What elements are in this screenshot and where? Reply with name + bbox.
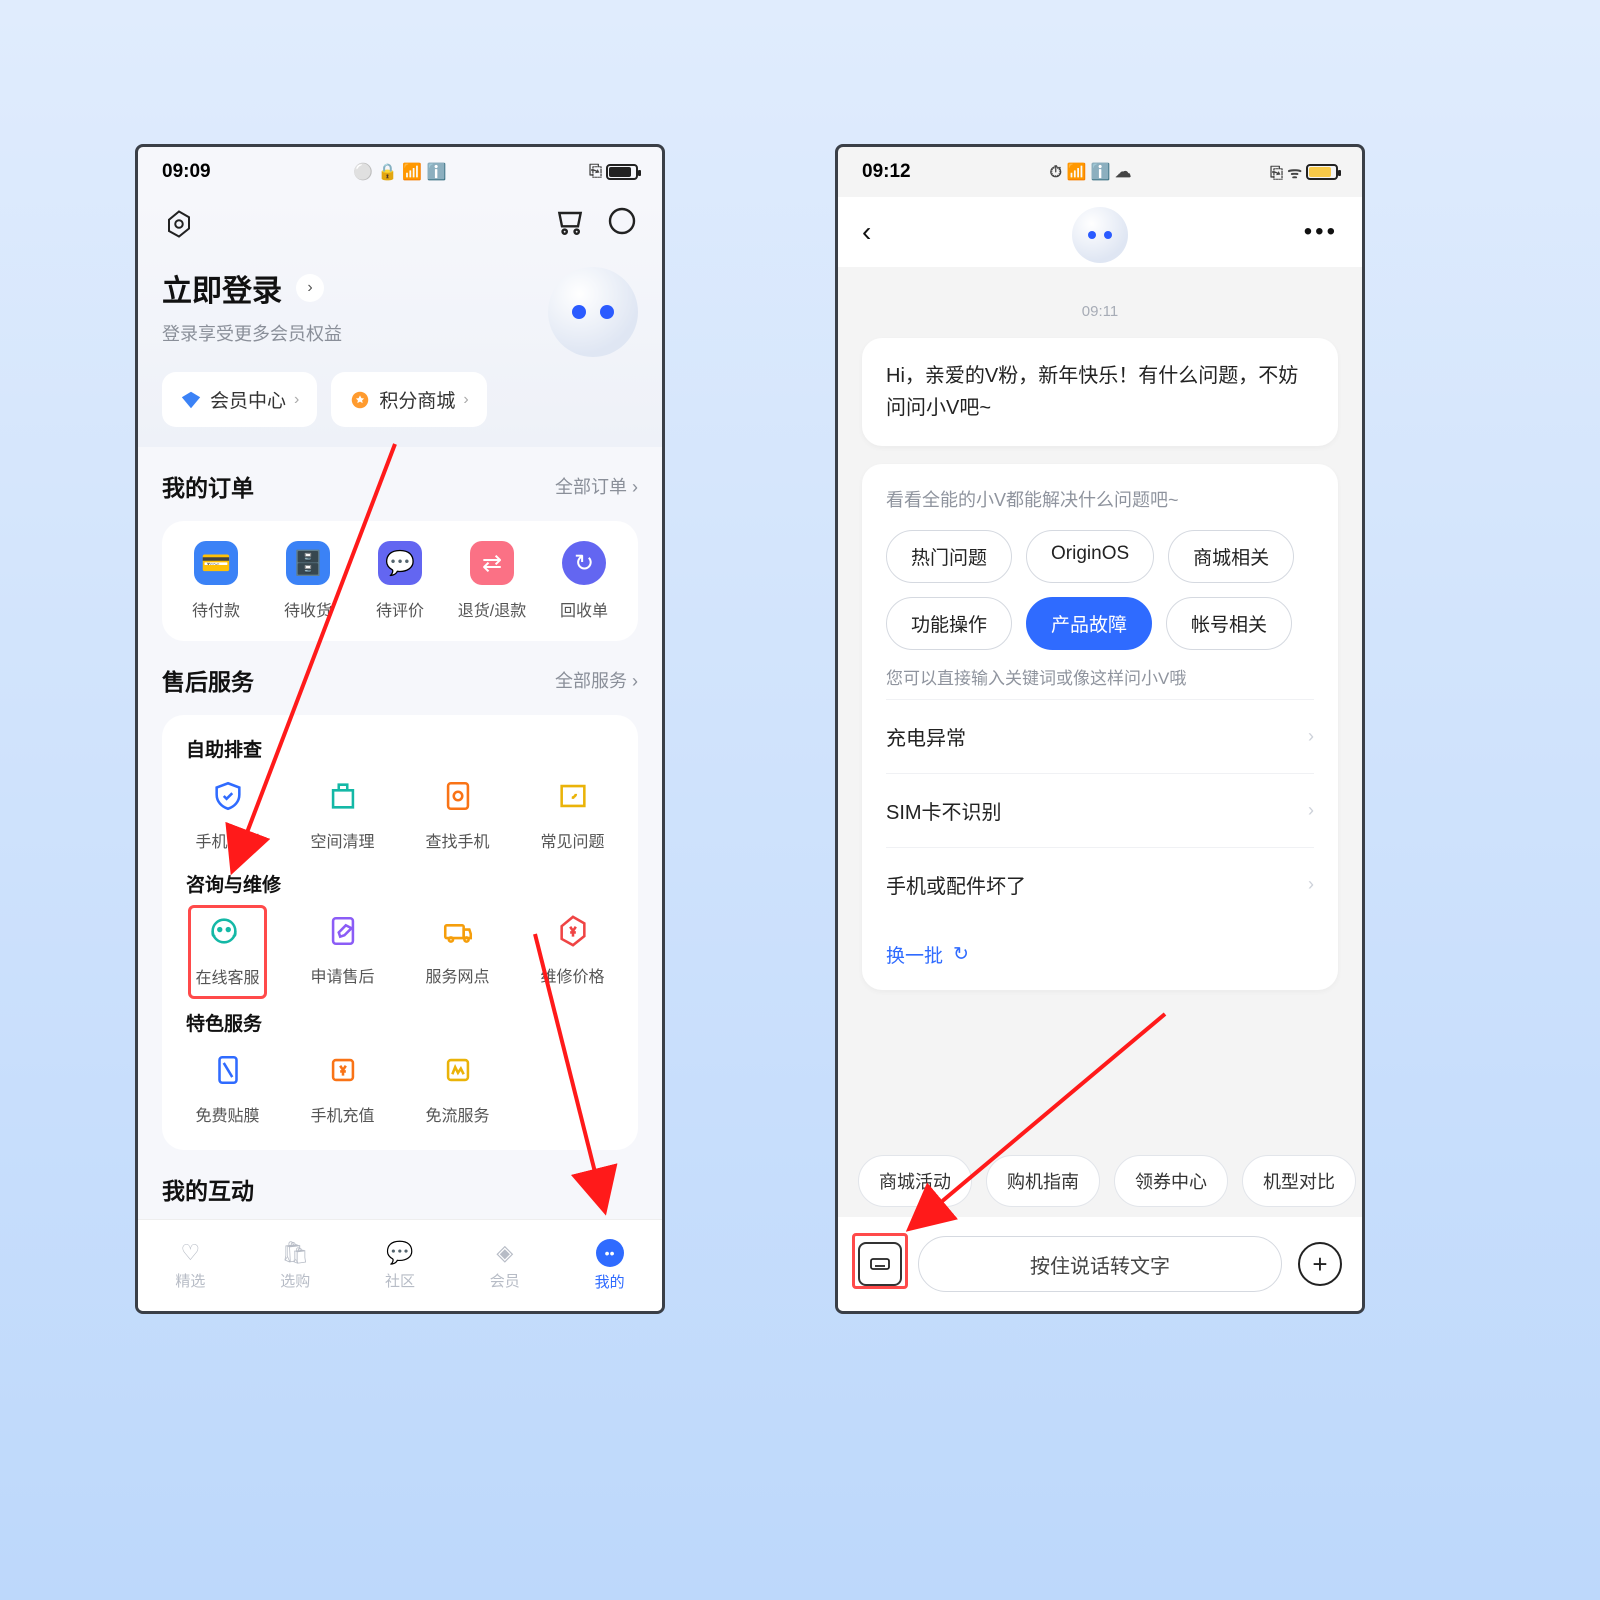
points-shop-label: 积分商城: [379, 386, 455, 413]
interact-title: 我的互动: [162, 1172, 254, 1206]
status-time: 09:09: [162, 161, 211, 183]
member-center-chip[interactable]: 会员中心›: [162, 372, 317, 427]
qc-coupon[interactable]: 领券中心: [1114, 1155, 1228, 1207]
q-broken[interactable]: 手机或配件坏了›: [886, 847, 1314, 921]
settings-icon[interactable]: [162, 207, 196, 241]
order-pending-receive[interactable]: 🗄️待收货: [262, 541, 354, 621]
tab-community[interactable]: 💬社区: [348, 1220, 453, 1311]
plus-icon[interactable]: +: [1298, 1242, 1342, 1286]
orders-all-link[interactable]: 全部订单 ›: [555, 473, 638, 499]
svc-free-data[interactable]: 免流服务: [400, 1050, 515, 1126]
phone-right: 09:12 ⏱ 📶 ℹ️ ☁ ⎘ ᯤ ‹ ••• 09:11 Hi，亲爱的V粉，…: [835, 144, 1365, 1314]
chat-timestamp: 09:11: [862, 303, 1338, 320]
svc-apply-aftersale[interactable]: 申请售后: [285, 911, 400, 991]
tab-mine[interactable]: ••我的: [557, 1220, 662, 1311]
login-title[interactable]: 立即登录: [162, 266, 282, 310]
input-bar: 按住说话转文字 +: [838, 1217, 1362, 1311]
svc-group3-title: 特色服务: [170, 1009, 630, 1050]
message-icon[interactable]: [606, 205, 638, 242]
status-icons-right: ⎘: [589, 163, 638, 181]
tab-featured[interactable]: ♡精选: [138, 1220, 243, 1311]
order-recycle[interactable]: ↻回收单: [538, 541, 630, 621]
bot-avatar: [1072, 207, 1128, 263]
voice-input[interactable]: 按住说话转文字: [918, 1236, 1282, 1292]
svc-free-film[interactable]: 免费贴膜: [170, 1050, 285, 1126]
tag-account[interactable]: 帐号相关: [1166, 597, 1292, 650]
svc-find-phone[interactable]: 查找手机: [400, 776, 515, 852]
svc-phone-check[interactable]: 手机检测: [170, 776, 285, 852]
svc-repair-price[interactable]: 维修价格: [515, 911, 630, 991]
service-title: 售后服务: [162, 663, 254, 697]
keyboard-icon[interactable]: [858, 1242, 902, 1286]
quick-chips: 商城活动 购机指南 领券中心 机型对比 以: [838, 1155, 1362, 1207]
service-all-link[interactable]: 全部服务 ›: [555, 667, 638, 693]
svc-online-support[interactable]: 在线客服: [170, 911, 285, 991]
status-time: 09:12: [862, 161, 911, 183]
status-icons-left: ⚪ 🔒 📶 ℹ️: [353, 162, 446, 182]
tab-member[interactable]: ◈会员: [452, 1220, 557, 1311]
refresh-button[interactable]: 换一批 ↻: [886, 921, 1314, 968]
tag-feature[interactable]: 功能操作: [886, 597, 1012, 650]
qc-guide[interactable]: 购机指南: [986, 1155, 1100, 1207]
tag-hot[interactable]: 热门问题: [886, 530, 1012, 583]
status-bar: 09:09 ⚪ 🔒 📶 ℹ️ ⎘: [138, 147, 662, 197]
tag-originos[interactable]: OriginOS: [1026, 530, 1154, 583]
menu-card: 看看全能的小V都能解决什么问题吧~ 热门问题 OriginOS 商城相关 功能操…: [862, 464, 1338, 990]
chat-body: 09:11 Hi，亲爱的V粉，新年快乐！有什么问题，不妨问问小V吧~ 看看全能的…: [838, 267, 1362, 1008]
svc-clean-storage[interactable]: 空间清理: [285, 776, 400, 852]
orders-title: 我的订单: [162, 469, 254, 503]
q-sim[interactable]: SIM卡不识别›: [886, 773, 1314, 847]
tag-row: 热门问题 OriginOS 商城相关 功能操作 产品故障 帐号相关: [886, 530, 1314, 650]
svc-recharge[interactable]: 手机充值: [285, 1050, 400, 1126]
status-icons-right: ⎘ ᯤ: [1270, 161, 1338, 183]
svc-group1-title: 自助排查: [170, 735, 630, 776]
cart-icon[interactable]: [554, 205, 586, 242]
orders-section: 我的订单 全部订单 › 💳待付款 🗄️待收货 💬待评价 ⇄退货/退款 ↻回收单: [138, 447, 662, 641]
input-hint: 您可以直接输入关键词或像这样问小V哦: [886, 664, 1314, 689]
order-refund[interactable]: ⇄退货/退款: [446, 541, 538, 621]
avatar[interactable]: [548, 267, 638, 357]
q-charging[interactable]: 充电异常›: [886, 699, 1314, 773]
phone-left: 09:09 ⚪ 🔒 📶 ℹ️ ⎘ 立即登录 › 登录享受更多会员权益: [135, 144, 665, 1314]
greeting-bubble: Hi，亲爱的V粉，新年快乐！有什么问题，不妨问问小V吧~: [862, 338, 1338, 446]
qc-compare[interactable]: 机型对比: [1242, 1155, 1356, 1207]
chat-header: ‹ •••: [838, 197, 1362, 267]
menu-title: 看看全能的小V都能解决什么问题吧~: [886, 486, 1314, 512]
login-chevron-icon[interactable]: ›: [296, 274, 324, 302]
profile-header: 立即登录 › 登录享受更多会员权益 会员中心› 积分商城›: [138, 197, 662, 447]
tag-shop[interactable]: 商城相关: [1168, 530, 1294, 583]
back-icon[interactable]: ‹: [862, 216, 871, 248]
order-pending-pay[interactable]: 💳待付款: [170, 541, 262, 621]
points-shop-chip[interactable]: 积分商城›: [331, 372, 486, 427]
tab-shop[interactable]: 🛍选购: [243, 1220, 348, 1311]
status-icons-left: ⏱ 📶 ℹ️ ☁: [1050, 162, 1132, 182]
bottom-nav: ♡精选 🛍选购 💬社区 ◈会员 ••我的: [138, 1219, 662, 1311]
more-icon[interactable]: •••: [1304, 218, 1338, 246]
service-section: 售后服务 全部服务 › 自助排查 手机检测 空间清理 查找手机 常见问题 咨询与…: [138, 641, 662, 1150]
qc-activity[interactable]: 商城活动: [858, 1155, 972, 1207]
member-center-label: 会员中心: [210, 386, 286, 413]
svc-service-center[interactable]: 服务网点: [400, 911, 515, 991]
status-bar: 09:12 ⏱ 📶 ℹ️ ☁ ⎘ ᯤ: [838, 147, 1362, 197]
tag-fault[interactable]: 产品故障: [1026, 597, 1152, 650]
svc-faq[interactable]: 常见问题: [515, 776, 630, 852]
order-pending-review[interactable]: 💬待评价: [354, 541, 446, 621]
